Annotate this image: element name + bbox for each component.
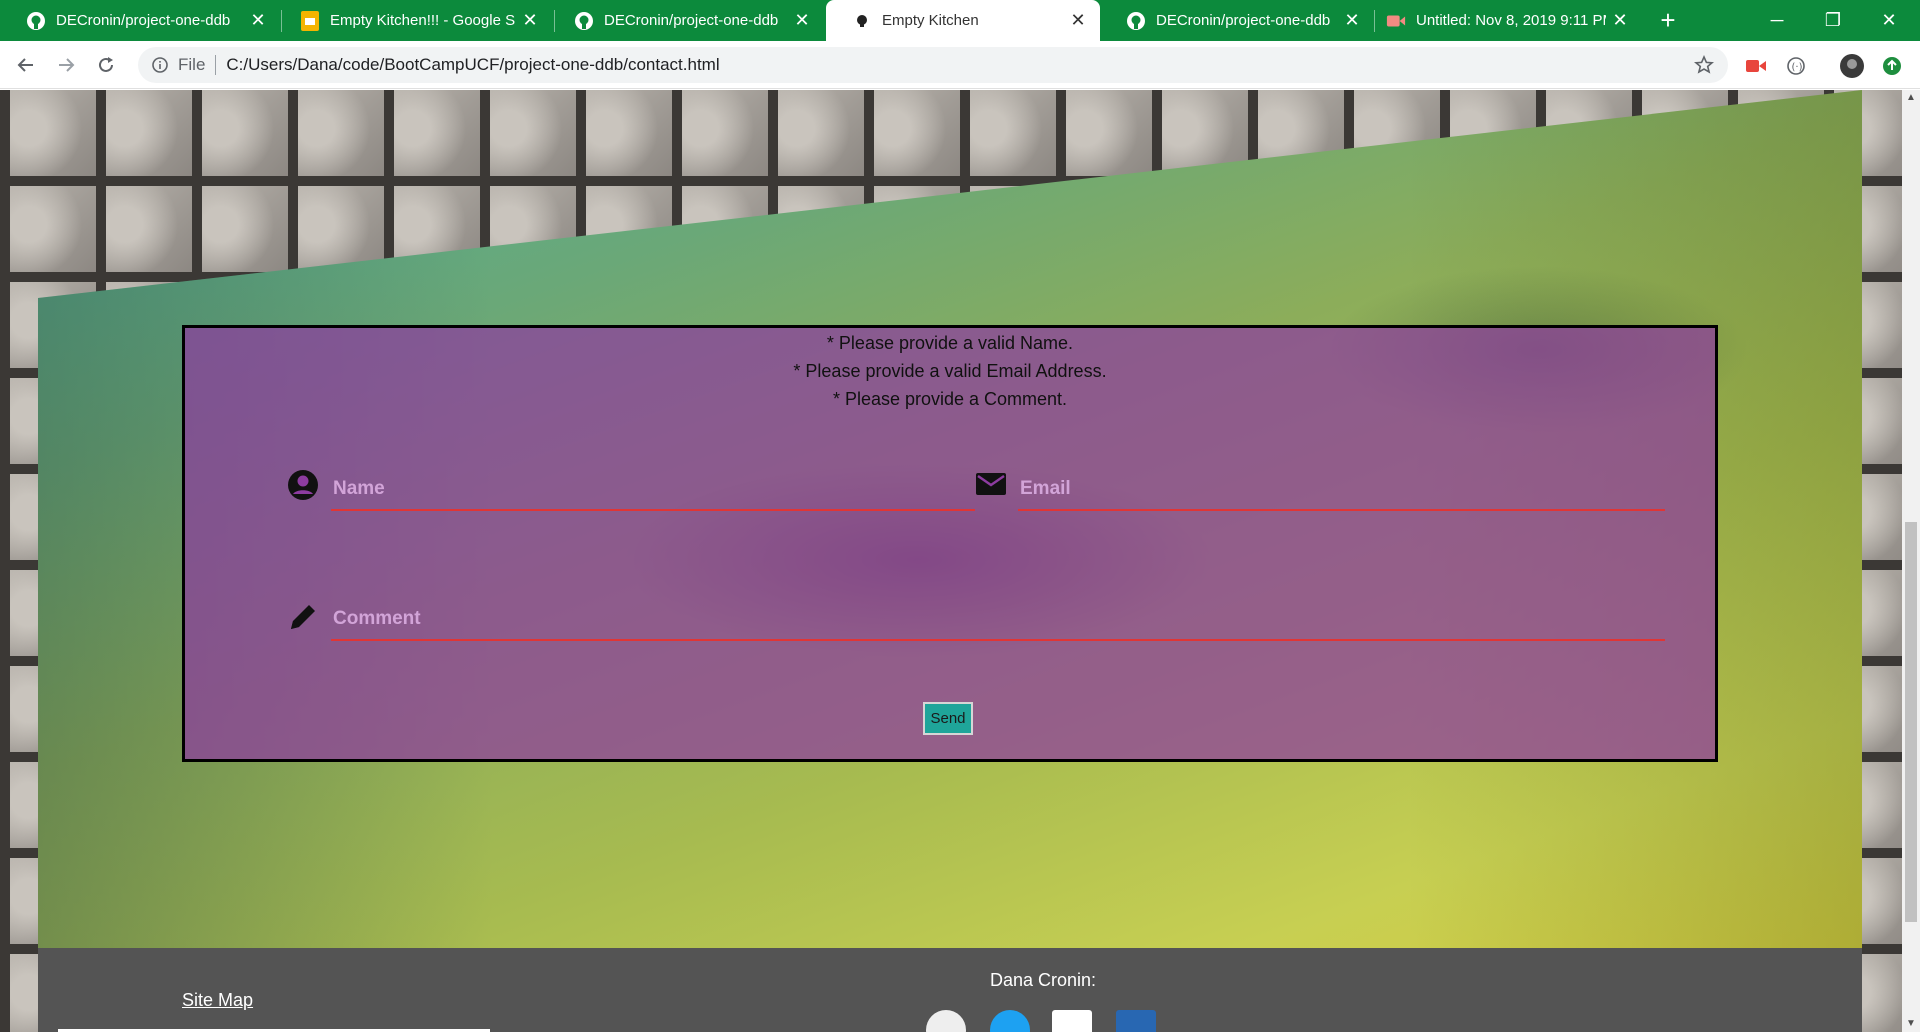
back-button[interactable] — [10, 49, 42, 81]
reload-button[interactable] — [90, 49, 122, 81]
browser-tab-bar: DECronin/project-one-ddb ✕ Empty Kitchen… — [0, 0, 1920, 41]
comment-error: * Please provide a Comment. — [832, 389, 1068, 409]
mail-icon — [975, 470, 1007, 502]
tab-empty-kitchen[interactable]: Empty Kitchen ✕ — [826, 0, 1100, 41]
close-icon[interactable]: ✕ — [516, 10, 544, 31]
info-icon[interactable] — [150, 55, 170, 75]
email-input[interactable]: Email — [1020, 478, 1071, 500]
twitter-icon[interactable] — [990, 1010, 1030, 1032]
footer-author-name: Dana Cronin: — [990, 970, 1097, 990]
scrollbar-thumb[interactable] — [1905, 522, 1917, 922]
scheme-label: File — [178, 55, 206, 74]
tab-screencastify[interactable]: Untitled: Nov 8, 2019 9:11 PM ✕ — [1360, 0, 1642, 41]
send-button[interactable]: Send — [923, 702, 973, 735]
tab-title: Empty Kitchen!!! - Google Sli — [330, 12, 516, 29]
comment-underline — [331, 639, 1665, 641]
github-icon — [574, 11, 594, 31]
omnibox-divider — [215, 55, 217, 75]
scroll-up-arrow-icon[interactable]: ▲ — [1902, 90, 1920, 106]
minimize-button[interactable]: ─ — [1750, 0, 1804, 41]
arrow-left-icon — [17, 58, 33, 72]
email-error: * Please provide a valid Email Address. — [793, 361, 1107, 381]
close-icon[interactable]: ✕ — [1606, 10, 1634, 31]
github-icon[interactable] — [926, 1010, 966, 1032]
page-footer: Site Map Dana Cronin: — [38, 948, 1862, 1032]
reload-icon — [99, 57, 113, 72]
page-viewport: * Please provide a valid Name. * Please … — [0, 90, 1902, 1032]
close-icon[interactable]: ✕ — [788, 10, 816, 31]
close-icon[interactable]: ✕ — [1064, 10, 1092, 31]
arrow-right-icon — [59, 58, 75, 72]
tab-title: DECronin/project-one-ddb — [604, 12, 779, 29]
name-error: * Please provide a valid Name. — [826, 333, 1074, 353]
browser-toolbar: File C:/Users/Dana/code/BootCampUCF/proj… — [0, 41, 1920, 89]
profile-avatar[interactable] — [1840, 54, 1864, 78]
update-icon[interactable] — [1880, 54, 1904, 78]
site-map-link[interactable]: Site Map — [182, 990, 253, 1011]
account-circle-icon — [287, 469, 319, 501]
tab-github-2[interactable]: DECronin/project-one-ddb ✕ — [548, 0, 824, 41]
tab-title: Empty Kitchen — [882, 12, 979, 29]
page-favicon-icon — [852, 11, 872, 31]
name-input[interactable]: Name — [333, 478, 385, 500]
page-scrollbar[interactable]: ▲ ▼ — [1902, 90, 1920, 1032]
close-window-button[interactable]: ✕ — [1862, 0, 1916, 41]
github-icon — [26, 11, 46, 31]
forward-button[interactable] — [50, 49, 82, 81]
tab-github-3[interactable]: DECronin/project-one-ddb ✕ — [1100, 0, 1374, 41]
name-underline — [331, 509, 975, 511]
google-slides-icon — [300, 10, 320, 31]
contact-form: * Please provide a valid Name. * Please … — [182, 325, 1718, 762]
gmail-icon[interactable] — [1052, 1010, 1092, 1032]
tab-title: DECronin/project-one-ddb — [1156, 12, 1331, 29]
tab-title: DECronin/project-one-ddb — [56, 12, 231, 29]
bookmark-star-icon[interactable] — [1693, 55, 1715, 75]
tab-google-slides[interactable]: Empty Kitchen!!! - Google Sli ✕ — [274, 0, 552, 41]
pencil-icon — [287, 601, 319, 633]
close-icon[interactable]: ✕ — [244, 10, 272, 31]
screencastify-icon — [1386, 11, 1406, 31]
email-underline — [1018, 509, 1665, 511]
restore-button[interactable]: ❐ — [1806, 0, 1860, 41]
comment-input[interactable]: Comment — [333, 608, 421, 630]
github-icon — [1126, 11, 1146, 31]
tab-github-1[interactable]: DECronin/project-one-ddb ✕ — [0, 0, 280, 41]
tab-title: Untitled: Nov 8, 2019 9:11 PM — [1416, 12, 1606, 29]
url-text[interactable]: C:/Users/Dana/code/BootCampUCF/project-o… — [226, 55, 719, 75]
extension-icon[interactable]: (·) — [1784, 54, 1808, 78]
screencastify-extension-icon[interactable] — [1744, 54, 1768, 78]
new-tab-button[interactable]: + — [1652, 4, 1684, 36]
svg-text:(·): (·) — [1792, 62, 1803, 73]
address-bar[interactable]: File C:/Users/Dana/code/BootCampUCF/proj… — [138, 47, 1728, 83]
scroll-down-arrow-icon[interactable]: ▼ — [1902, 1016, 1920, 1032]
linkedin-icon[interactable] — [1116, 1010, 1156, 1032]
